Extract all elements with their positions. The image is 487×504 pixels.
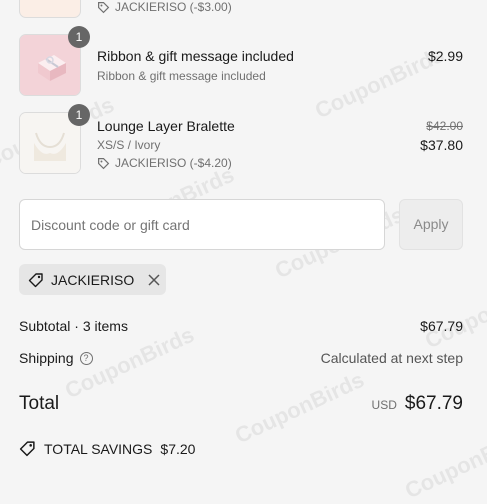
total-savings-label: TOTAL SAVINGS <box>44 440 153 457</box>
product-price: $37.80 <box>420 137 463 153</box>
total-savings-value: $7.20 <box>160 440 196 457</box>
quantity-badge: 1 <box>68 104 90 126</box>
help-icon[interactable]: ? <box>79 351 93 365</box>
tag-icon <box>98 1 110 13</box>
tag-icon <box>28 272 43 287</box>
quantity-badge: 1 <box>68 26 90 48</box>
discount-code-label: JACKIERISO (-$4.20) <box>115 156 232 170</box>
shipping-label-wrap: Shipping ? <box>19 350 93 366</box>
original-price: $42.00 <box>426 119 463 133</box>
discount-line: JACKIERISO (-$4.20) <box>97 156 232 170</box>
total-currency: USD <box>371 398 397 412</box>
product-name: Ribbon & gift message included <box>97 48 294 64</box>
applied-code-label: JACKIERISO <box>51 271 135 288</box>
discount-line: JACKIERISO (-$3.00) <box>97 0 232 14</box>
discount-code-label: JACKIERISO (-$3.00) <box>115 0 232 14</box>
product-name: Lounge Layer Bralette <box>97 118 235 134</box>
total-savings: TOTAL SAVINGS $7.20 <box>19 440 195 457</box>
product-variant: Ribbon & gift message included <box>97 69 266 83</box>
subtotal-label: Subtotal · 3 items <box>19 318 128 334</box>
tag-icon <box>98 157 110 169</box>
applied-discount-chip: JACKIERISO <box>19 264 166 295</box>
discount-code-input[interactable] <box>19 199 385 250</box>
remove-code-icon[interactable] <box>147 273 161 287</box>
total-value: $67.79 <box>404 393 463 414</box>
watermark: CouponBirds <box>421 271 487 354</box>
shipping-value: Calculated at next step <box>320 350 463 366</box>
subtotal-value: $67.79 <box>420 318 463 334</box>
product-thumbnail <box>19 0 81 18</box>
shipping-label: Shipping <box>19 350 74 366</box>
product-price: $2.99 <box>427 48 463 64</box>
total-value-wrap: USD $67.79 <box>372 393 463 415</box>
watermark: CouponBirds <box>231 366 368 449</box>
total-label: Total <box>19 393 60 414</box>
watermark: CouponBirds <box>401 421 487 504</box>
product-variant: XS/S / Ivory <box>97 138 161 152</box>
apply-button[interactable]: Apply <box>399 199 463 250</box>
tag-icon <box>19 441 35 457</box>
